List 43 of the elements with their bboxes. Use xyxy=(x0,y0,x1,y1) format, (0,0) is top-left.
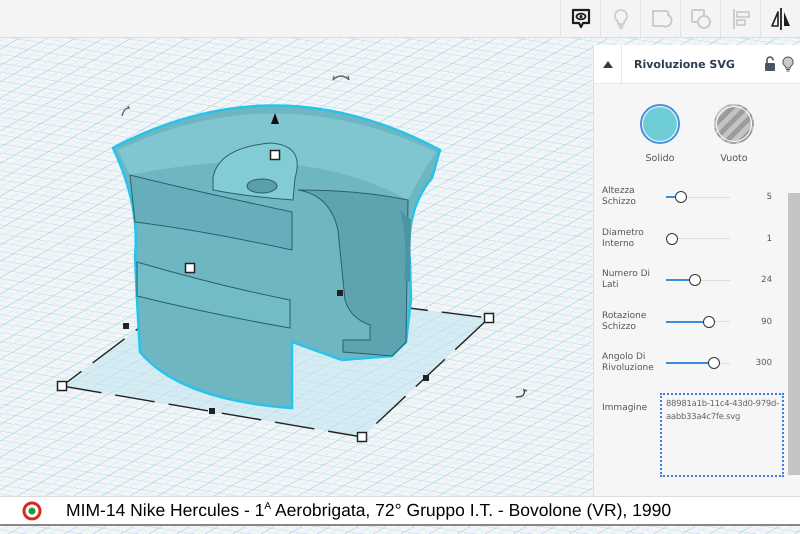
parameter-value: 1 xyxy=(766,234,772,244)
edge-handle[interactable] xyxy=(209,408,215,414)
scrollbar[interactable] xyxy=(788,193,800,475)
parameter-label: Diametro Interno xyxy=(602,228,645,250)
slider[interactable] xyxy=(666,232,730,245)
slider-thumb[interactable] xyxy=(689,274,702,286)
parameter-label: Altezza Schizzo xyxy=(602,186,637,208)
slider-thumb[interactable] xyxy=(708,357,720,370)
edge-handle[interactable] xyxy=(123,323,129,329)
resize-handle[interactable] xyxy=(184,262,196,274)
slider[interactable] xyxy=(666,316,730,328)
panel-title: Rivoluzione SVG xyxy=(633,58,736,70)
resize-handle[interactable] xyxy=(356,432,368,442)
slider-thumb[interactable] xyxy=(703,316,716,328)
parameter-value: 90 xyxy=(760,316,772,327)
resize-handle[interactable] xyxy=(56,380,68,392)
roundel-icon xyxy=(22,500,42,520)
caret-icon xyxy=(602,60,612,68)
parameter-value: 5 xyxy=(766,192,772,202)
image-file-field[interactable]: 88981a1b-11c4-43d0-979d-aabb33a4c7fe.svg xyxy=(660,392,784,476)
lift-arrow-icon[interactable] xyxy=(271,113,279,124)
resize-handle[interactable] xyxy=(270,150,280,160)
cup-drawing[interactable] xyxy=(112,104,442,410)
hole-option[interactable]: Vuoto xyxy=(714,104,754,164)
slider[interactable] xyxy=(666,274,730,286)
parameter-label: Numero Di Lati xyxy=(602,269,652,292)
slider-thumb[interactable] xyxy=(666,232,678,245)
rotate-arrow-icon[interactable] xyxy=(332,75,350,81)
option-label: Vuoto xyxy=(720,153,748,164)
edge-handle[interactable] xyxy=(337,290,343,296)
parameter-label: Immagine xyxy=(602,402,648,414)
parameter-value: 24 xyxy=(760,275,772,286)
caption-text: MIM-14 Nike Hercules - 1$^{A}$ Aerobrigata, 72° Gruppo I.T. - Bovolone (VR), 1990 xyxy=(66,500,672,521)
slider[interactable] xyxy=(666,357,730,370)
solid-option[interactable]: Solido xyxy=(640,104,680,164)
resize-handle[interactable] xyxy=(484,312,494,324)
parameter-label: Rotazione Schizzo xyxy=(602,310,648,333)
slider-thumb[interactable] xyxy=(675,191,688,204)
option-label: Solido xyxy=(646,153,674,164)
parameter-label: Angolo Di Rivoluzione xyxy=(602,352,655,374)
slider[interactable] xyxy=(666,191,730,204)
parameter-value: 300 xyxy=(754,358,772,368)
edge-handle[interactable] xyxy=(423,375,429,381)
